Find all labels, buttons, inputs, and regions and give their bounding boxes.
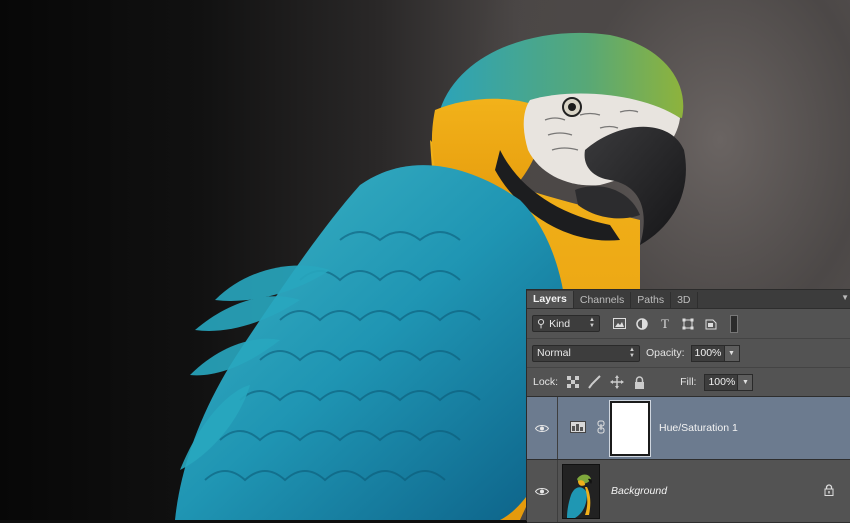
layer-mask-thumbnail[interactable] [609,399,651,457]
layer-row-hue-saturation[interactable]: Hue/Saturation 1 [527,397,850,460]
blend-mode-dropdown[interactable]: Normal ▲ ▼ [532,344,640,362]
opacity-field[interactable]: 100% [690,344,725,362]
tab-paths[interactable]: Paths [631,292,672,308]
layer-filter-row: ⚲ Kind ▲ ▼ T [527,309,850,339]
visibility-toggle[interactable] [527,460,558,522]
pixel-filter-icon[interactable] [612,317,626,331]
adjustment-layer-icon [570,420,586,436]
filter-kind-dropdown[interactable]: ⚲ Kind ▲ ▼ [532,315,600,332]
mask-link-icon[interactable] [597,420,605,437]
layer-name[interactable]: Hue/Saturation 1 [659,422,738,434]
lock-transparent-pixels-icon[interactable] [566,375,580,389]
layer-name[interactable]: Background [611,485,667,497]
shape-filter-icon[interactable] [681,317,695,331]
panel-menu-icon[interactable]: ▼ [841,293,849,302]
dropdown-arrows-icon: ▲ ▼ [629,346,635,359]
filter-toggle-switch[interactable] [730,314,738,333]
lock-label: Lock: [533,376,559,388]
smart-object-filter-icon[interactable] [704,317,718,331]
fill-label: Fill: [680,376,697,388]
layers-panel: Layers Channels Paths 3D ▼ ⚲ Kind ▲ ▼ T N… [526,289,850,523]
search-icon: ⚲ [537,318,546,330]
tab-channels[interactable]: Channels [574,292,632,308]
layer-row-background[interactable]: Background [527,460,850,523]
tab-3d[interactable]: 3D [671,292,698,308]
blend-mode-value: Normal [537,347,571,359]
type-filter-icon[interactable]: T [658,316,672,331]
fill-dropdown-arrow-icon[interactable]: ▼ [738,373,754,391]
fill-field[interactable]: 100% [704,373,739,391]
eye-icon[interactable] [535,424,549,433]
adjustment-filter-icon[interactable] [635,317,649,331]
lock-all-icon[interactable] [632,375,646,389]
eye-icon[interactable] [535,487,549,496]
dropdown-arrows-icon: ▲ ▼ [589,317,595,329]
opacity-dropdown-arrow-icon[interactable]: ▼ [724,344,740,362]
visibility-toggle[interactable] [527,397,558,459]
lock-image-pixels-icon[interactable] [588,375,602,389]
filter-kind-label: Kind [549,317,571,330]
opacity-label: Opacity: [646,347,685,359]
tab-layers[interactable]: Layers [527,291,574,308]
panel-tab-bar: Layers Channels Paths 3D ▼ [527,290,850,309]
lock-fill-row: Lock: Fill: 100% ▼ [527,368,850,397]
lock-icon [824,484,834,499]
blend-opacity-row: Normal ▲ ▼ Opacity: 100% ▼ [527,339,850,368]
lock-position-icon[interactable] [610,375,625,389]
layer-thumbnail[interactable] [562,463,600,519]
